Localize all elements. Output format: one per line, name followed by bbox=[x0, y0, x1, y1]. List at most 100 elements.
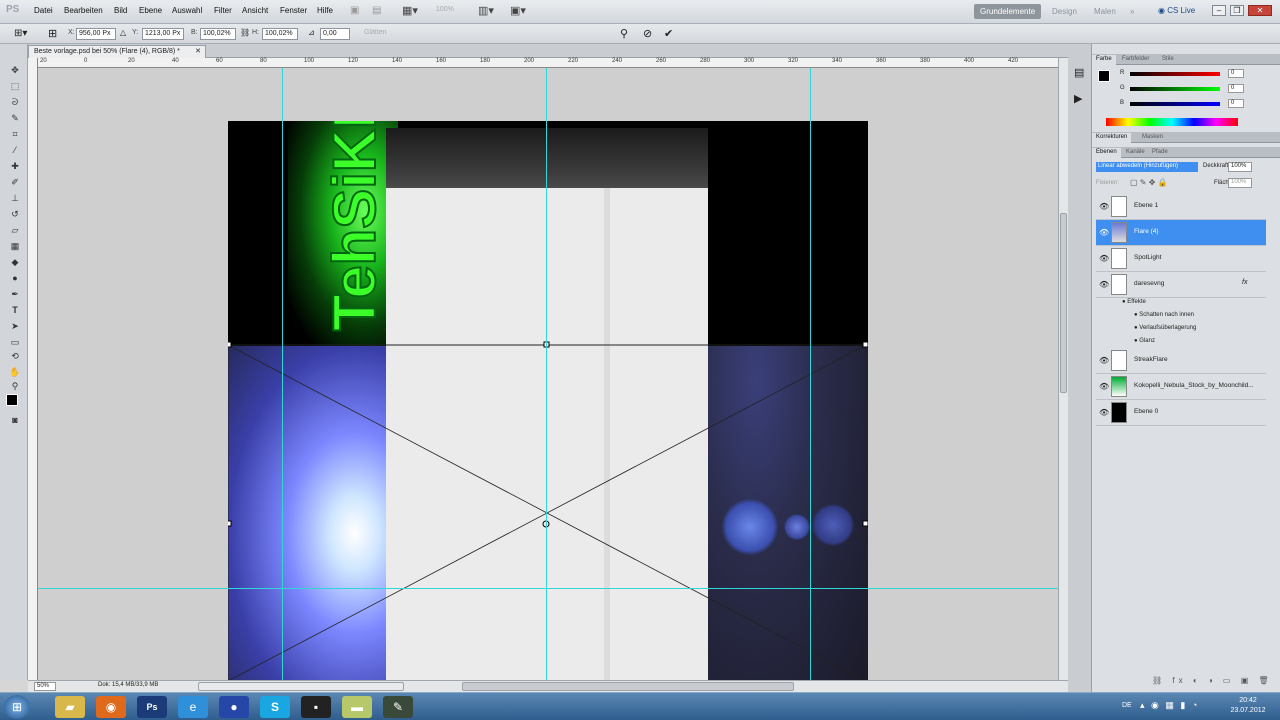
close-tab-icon[interactable]: ✕ bbox=[195, 47, 201, 55]
workspace-design[interactable]: Design bbox=[1046, 4, 1083, 19]
marquee-tool-icon[interactable]: ⬚ bbox=[8, 80, 22, 92]
warp-mode-icon[interactable]: ⚲ bbox=[620, 27, 628, 40]
blend-mode-select[interactable]: Linear abwedeln (Hinzufügen) bbox=[1096, 162, 1198, 172]
height-percent-field[interactable]: 100,02% bbox=[262, 28, 298, 40]
tab-stile[interactable]: Stile bbox=[1158, 55, 1178, 65]
cancel-transform-icon[interactable]: ⊘ bbox=[643, 27, 652, 40]
red-value-field[interactable]: 0 bbox=[1228, 69, 1244, 78]
brush-tool-icon[interactable]: ✐ bbox=[8, 176, 22, 188]
eye-icon[interactable]: 👁 bbox=[1099, 356, 1109, 365]
cs-live-button[interactable]: ◉ CS Live bbox=[1158, 6, 1195, 15]
menu-bild[interactable]: Bild bbox=[114, 6, 127, 15]
delta-icon[interactable]: △ bbox=[120, 28, 126, 37]
layer-row[interactable]: 👁 daresevng fx bbox=[1096, 272, 1266, 298]
tab-masken[interactable]: Masken bbox=[1138, 133, 1167, 143]
internet-explorer-icon[interactable]: e bbox=[178, 696, 208, 718]
green-slider[interactable] bbox=[1130, 87, 1220, 91]
color-spectrum-bar[interactable] bbox=[1106, 118, 1238, 126]
skype-icon[interactable]: S bbox=[260, 696, 290, 718]
zoom-field[interactable]: 50% bbox=[34, 682, 56, 691]
layer-row[interactable]: 👁 StreakFlare bbox=[1096, 348, 1266, 374]
document-tab[interactable]: Beste vorlage.psd bei 50% (Flare (4), RG… bbox=[28, 45, 206, 58]
effect-item[interactable]: ● Verlaufsüberlagerung bbox=[1134, 325, 1196, 331]
workspace-grundelemente[interactable]: Grundelemente bbox=[974, 4, 1042, 19]
hand-tool-icon[interactable]: ✋ bbox=[8, 366, 22, 378]
arrange-documents-icon[interactable]: ▥▾ bbox=[478, 4, 494, 17]
tab-pfade[interactable]: Pfade bbox=[1148, 148, 1172, 158]
reference-point-icon[interactable]: ⊞ bbox=[48, 27, 57, 40]
view-extras-icon[interactable]: ▦▾ bbox=[402, 4, 418, 17]
pen-tool-icon[interactable]: ✒ bbox=[8, 288, 22, 300]
layer-row[interactable]: 👁 Ebene 0 bbox=[1096, 400, 1266, 426]
foreground-color-swatch[interactable] bbox=[6, 394, 18, 406]
lasso-tool-icon[interactable]: ᘐ bbox=[8, 96, 22, 108]
fill-field[interactable]: 100% bbox=[1228, 178, 1252, 188]
menu-auswahl[interactable]: Auswahl bbox=[172, 6, 202, 15]
crop-tool-icon[interactable]: ⌗ bbox=[8, 128, 22, 140]
layer-actions-bar[interactable]: ⛓ fx ◐ ◑ ▭ ▣ 🗑 bbox=[1152, 676, 1273, 685]
layer-row[interactable]: 👁 Kokopelli_Nebula_Stock_by_Moonchild... bbox=[1096, 374, 1266, 400]
zoom-level-menu[interactable]: 100% bbox=[436, 6, 454, 13]
x-position-field[interactable]: 956,00 Px bbox=[76, 28, 116, 40]
clock-date[interactable]: 23.07.2012 bbox=[1228, 707, 1268, 714]
actions-panel-icon[interactable]: ▶ bbox=[1074, 92, 1082, 105]
layer-effects-badge[interactable]: fx bbox=[1242, 279, 1247, 286]
history-panel-icon[interactable]: ▤ bbox=[1074, 66, 1084, 79]
3d-rotate-tool-icon[interactable]: ⟲ bbox=[8, 350, 22, 362]
eye-icon[interactable]: 👁 bbox=[1099, 280, 1109, 289]
effect-item[interactable]: ● Glanz bbox=[1134, 338, 1155, 344]
minibridge-icon[interactable]: ▤ bbox=[372, 5, 381, 16]
close-button[interactable]: ✕ bbox=[1248, 5, 1272, 16]
terminal-icon[interactable]: ▪ bbox=[301, 696, 331, 718]
layer-row-selected[interactable]: 👁 Flare (4) bbox=[1096, 220, 1266, 246]
history-brush-tool-icon[interactable]: ↺ bbox=[8, 208, 22, 220]
zoom-tool-icon[interactable]: ⚲ bbox=[8, 380, 22, 392]
menu-filter[interactable]: Filter bbox=[214, 6, 232, 15]
menu-fenster[interactable]: Fenster bbox=[280, 6, 307, 15]
photoshop-taskbar-icon[interactable]: Ps bbox=[137, 696, 167, 718]
language-indicator[interactable]: DE bbox=[1122, 702, 1132, 709]
vertical-scrollbar[interactable] bbox=[1058, 58, 1068, 680]
quick-selection-tool-icon[interactable]: ✎ bbox=[8, 112, 22, 124]
effect-item[interactable]: ● Schatten nach innen bbox=[1134, 312, 1194, 318]
menu-hilfe[interactable]: Hilfe bbox=[317, 6, 333, 15]
effects-header[interactable]: ● Effekte bbox=[1122, 299, 1146, 305]
menu-bearbeiten[interactable]: Bearbeiten bbox=[64, 6, 103, 15]
bridge-icon[interactable]: ▣ bbox=[350, 5, 359, 16]
app-icon[interactable]: ● bbox=[219, 696, 249, 718]
folder-icon[interactable]: ▬ bbox=[342, 696, 372, 718]
workspace-more[interactable]: » bbox=[1124, 4, 1140, 19]
menu-ebene[interactable]: Ebene bbox=[139, 6, 162, 15]
explorer-icon[interactable]: ▰ bbox=[55, 696, 85, 718]
path-selection-tool-icon[interactable]: ➤ bbox=[8, 320, 22, 332]
vertical-scroll-thumb[interactable] bbox=[1060, 213, 1067, 393]
horizontal-scroll-thumb[interactable] bbox=[462, 682, 794, 691]
tab-farbe[interactable]: Farbe bbox=[1092, 55, 1116, 65]
blue-slider[interactable] bbox=[1130, 102, 1220, 106]
link-icon[interactable]: ⛓ bbox=[240, 28, 250, 37]
menu-datei[interactable]: Datei bbox=[34, 6, 53, 15]
canvas-area[interactable]: TehSiKK bbox=[38, 68, 1058, 680]
move-tool-icon[interactable]: ✥ bbox=[8, 64, 22, 76]
dodge-tool-icon[interactable]: ● bbox=[8, 272, 22, 284]
firefox-icon[interactable]: ◉ bbox=[96, 696, 126, 718]
layer-row[interactable]: 👁 Ebene 1 bbox=[1096, 194, 1266, 220]
tab-farbfelder[interactable]: Farbfelder bbox=[1118, 55, 1153, 65]
quick-mask-icon[interactable]: ◙ bbox=[8, 414, 22, 426]
type-tool-icon[interactable]: T bbox=[8, 304, 22, 316]
menu-ansicht[interactable]: Ansicht bbox=[242, 6, 268, 15]
y-position-field[interactable]: 1213,00 Px bbox=[142, 28, 184, 40]
guide-horizontal-1[interactable] bbox=[38, 588, 1058, 589]
tab-korrekturen[interactable]: Korrekturen bbox=[1092, 133, 1132, 143]
workspace-malen[interactable]: Malen bbox=[1088, 4, 1122, 19]
eye-icon[interactable]: 👁 bbox=[1099, 382, 1109, 391]
vertical-ruler[interactable] bbox=[28, 58, 38, 680]
gradient-tool-icon[interactable]: ▦ bbox=[8, 240, 22, 252]
commit-transform-icon[interactable]: ✔ bbox=[664, 27, 673, 40]
eye-icon[interactable]: 👁 bbox=[1099, 254, 1109, 263]
tray-icons[interactable]: ▴ ◉ ▦ ▮ ◔ bbox=[1140, 700, 1199, 711]
restore-button[interactable]: ❐ bbox=[1230, 5, 1244, 16]
lock-icons[interactable]: ▢ ✎ ✥ 🔒 bbox=[1130, 178, 1168, 187]
tool-icon[interactable]: ✎ bbox=[383, 696, 413, 718]
layer-row[interactable]: 👁 SpotLight bbox=[1096, 246, 1266, 272]
